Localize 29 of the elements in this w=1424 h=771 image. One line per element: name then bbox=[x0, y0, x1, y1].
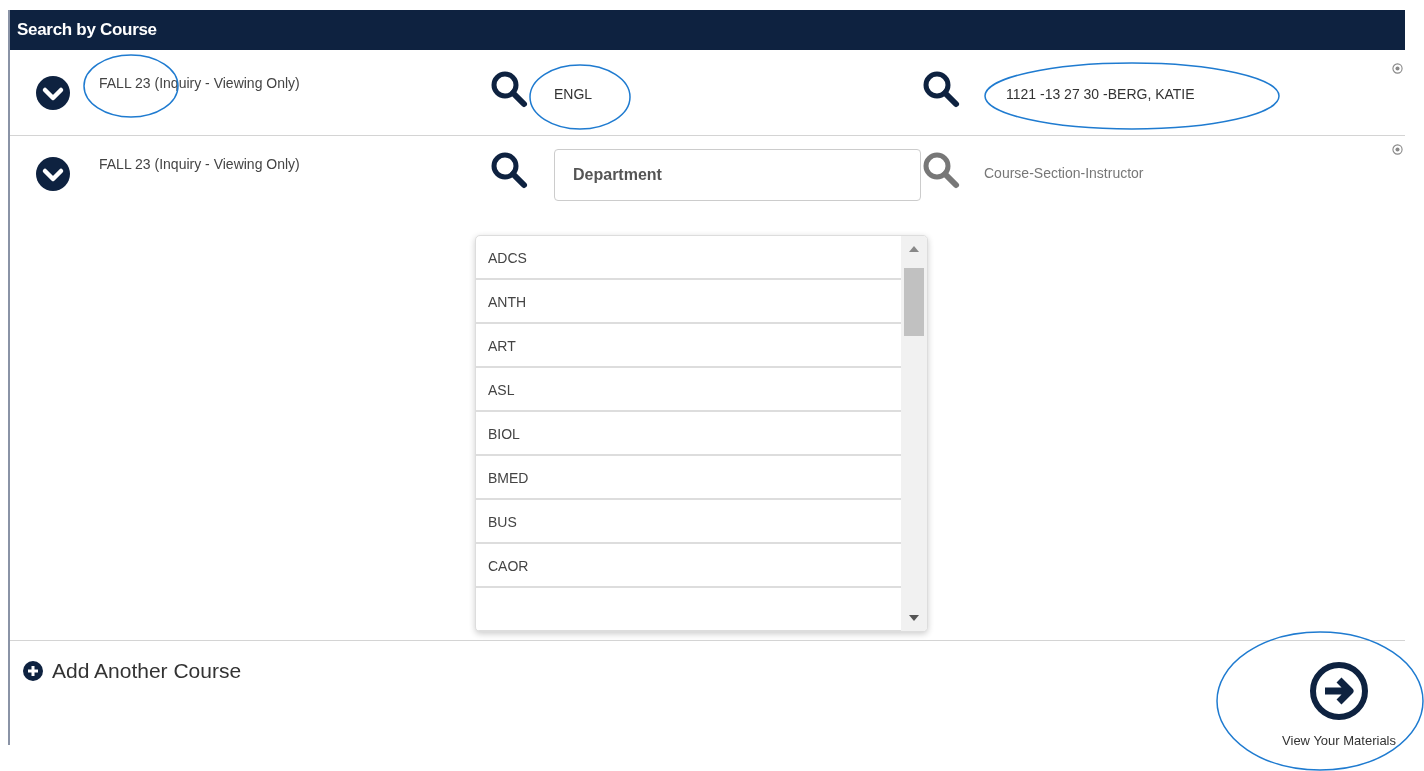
dropdown-option[interactable]: ANTH bbox=[476, 280, 901, 324]
chevron-down-icon[interactable] bbox=[35, 75, 71, 111]
view-materials-button[interactable]: View Your Materials bbox=[1282, 661, 1396, 748]
scroll-up-icon[interactable] bbox=[909, 246, 919, 252]
scroll-down-icon[interactable] bbox=[909, 615, 919, 621]
scrollbar[interactable] bbox=[901, 236, 927, 631]
search-icon[interactable] bbox=[921, 69, 961, 109]
add-course-link[interactable]: Add Another Course bbox=[23, 659, 242, 683]
department-value[interactable]: ENGL bbox=[554, 67, 593, 102]
dropdown-option[interactable]: ART bbox=[476, 324, 901, 368]
term-selector[interactable]: FALL 23 (Inquiry - Viewing Only) bbox=[99, 156, 300, 172]
search-icon[interactable] bbox=[489, 150, 529, 190]
department-field[interactable]: Department bbox=[554, 149, 921, 201]
dropdown-option[interactable]: ADCS bbox=[476, 236, 901, 280]
course-field[interactable]: Course-Section-Instructor bbox=[984, 148, 1144, 181]
remove-icon[interactable] bbox=[1392, 63, 1403, 74]
course-value[interactable]: 1121 -13 27 30 -BERG, KATIE bbox=[1006, 67, 1195, 102]
dropdown-option[interactable]: BUS bbox=[476, 500, 901, 544]
arrow-circle-icon bbox=[1309, 661, 1370, 721]
dropdown-option[interactable]: ASL bbox=[476, 368, 901, 412]
dropdown-option[interactable]: BMED bbox=[476, 456, 901, 500]
dropdown-option[interactable]: BIOL bbox=[476, 412, 901, 456]
plus-circle-icon bbox=[23, 661, 43, 681]
remove-icon[interactable] bbox=[1392, 144, 1403, 155]
chevron-down-icon[interactable] bbox=[35, 156, 71, 192]
dropdown-option[interactable]: CAOR bbox=[476, 544, 901, 588]
scrollbar-thumb[interactable] bbox=[904, 268, 924, 336]
search-icon[interactable] bbox=[489, 69, 529, 109]
panel-title: Search by Course bbox=[17, 20, 157, 40]
